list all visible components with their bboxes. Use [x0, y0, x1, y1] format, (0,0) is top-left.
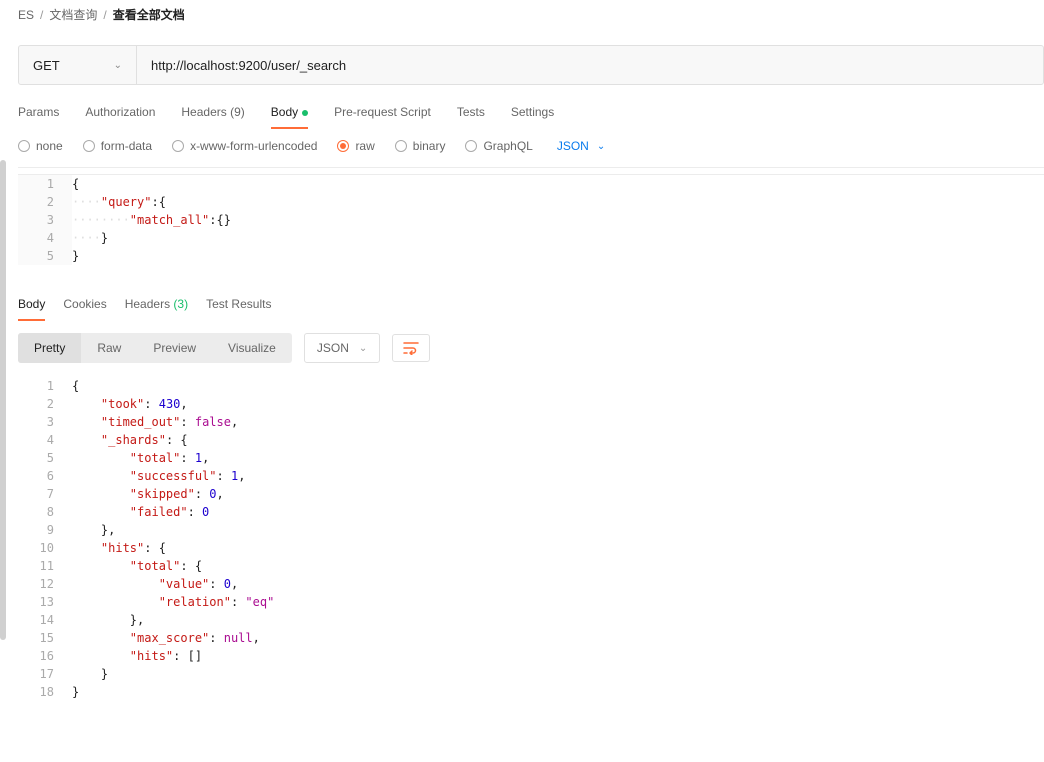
wrap-lines-button[interactable] — [392, 334, 430, 362]
radio-icon — [83, 140, 95, 152]
resp-tab-headers-label: Headers — [125, 297, 170, 311]
response-body-editor[interactable]: 123456789101112131415161718 { "took": 43… — [18, 377, 1044, 701]
tab-headers-label: Headers — [181, 105, 226, 119]
scrollbar[interactable] — [0, 160, 6, 640]
radio-label: form-data — [101, 139, 152, 153]
view-raw[interactable]: Raw — [81, 333, 137, 363]
request-body-editor[interactable]: 12345 {····"query":{········"match_all":… — [18, 174, 1044, 265]
tab-body[interactable]: Body — [271, 105, 308, 129]
breadcrumb: ES / 文档查询 / 查看全部文档 — [18, 6, 1044, 23]
line-gutter: 12345 — [18, 175, 72, 265]
body-language-select[interactable]: JSON ⌄ — [557, 139, 605, 153]
radio-formdata[interactable]: form-data — [83, 139, 152, 153]
chevron-down-icon: ⌄ — [597, 141, 605, 152]
response-tabs: Body Cookies Headers (3) Test Results — [18, 297, 1044, 321]
view-mode-group: Pretty Raw Preview Visualize — [18, 333, 292, 363]
radio-icon — [395, 140, 407, 152]
wrap-icon — [403, 341, 419, 355]
breadcrumb-item[interactable]: ES — [18, 8, 34, 22]
modified-dot-icon — [302, 110, 308, 116]
chevron-down-icon: ⌄ — [114, 60, 122, 71]
radio-label: GraphQL — [483, 139, 532, 153]
body-language-value: JSON — [557, 139, 589, 153]
radio-icon — [172, 140, 184, 152]
radio-none[interactable]: none — [18, 139, 63, 153]
tab-body-label: Body — [271, 105, 298, 119]
resp-tab-cookies[interactable]: Cookies — [63, 297, 106, 321]
response-format-select[interactable]: JSON ⌄ — [304, 333, 380, 363]
chevron-down-icon: ⌄ — [359, 343, 367, 354]
radio-icon — [337, 140, 349, 152]
tab-prerequest[interactable]: Pre-request Script — [334, 105, 431, 129]
url-input[interactable]: http://localhost:9200/user/_search — [137, 46, 1043, 84]
response-view-row: Pretty Raw Preview Visualize JSON ⌄ — [18, 333, 1044, 363]
radio-raw[interactable]: raw — [337, 139, 374, 153]
view-visualize[interactable]: Visualize — [212, 333, 292, 363]
radio-graphql[interactable]: GraphQL — [465, 139, 532, 153]
response-format-value: JSON — [317, 341, 349, 355]
tab-tests[interactable]: Tests — [457, 105, 485, 129]
radio-label: raw — [355, 139, 374, 153]
resp-tab-tests[interactable]: Test Results — [206, 297, 271, 321]
request-url-bar: GET ⌄ http://localhost:9200/user/_search — [18, 45, 1044, 85]
radio-icon — [18, 140, 30, 152]
method-value: GET — [33, 58, 60, 73]
tab-settings[interactable]: Settings — [511, 105, 554, 129]
tab-headers[interactable]: Headers (9) — [181, 105, 244, 129]
breadcrumb-current: 查看全部文档 — [113, 6, 185, 23]
resp-tab-headers-count: (3) — [173, 297, 188, 311]
radio-xwww[interactable]: x-www-form-urlencoded — [172, 139, 317, 153]
view-preview[interactable]: Preview — [137, 333, 212, 363]
view-pretty[interactable]: Pretty — [18, 333, 81, 363]
breadcrumb-sep: / — [40, 8, 43, 22]
line-gutter: 123456789101112131415161718 — [18, 377, 72, 701]
breadcrumb-sep: / — [103, 8, 106, 22]
resp-tab-body[interactable]: Body — [18, 297, 45, 321]
radio-icon — [465, 140, 477, 152]
tab-authorization[interactable]: Authorization — [85, 105, 155, 129]
radio-binary[interactable]: binary — [395, 139, 446, 153]
code-area[interactable]: { "took": 430, "timed_out": false, "_sha… — [72, 377, 1044, 701]
method-select[interactable]: GET ⌄ — [19, 46, 137, 84]
body-type-row: none form-data x-www-form-urlencoded raw… — [18, 139, 1044, 168]
breadcrumb-item[interactable]: 文档查询 — [49, 6, 97, 23]
code-area[interactable]: {····"query":{········"match_all":{}····… — [72, 175, 1044, 265]
tab-params[interactable]: Params — [18, 105, 59, 129]
request-tabs: Params Authorization Headers (9) Body Pr… — [18, 105, 1044, 129]
resp-tab-headers[interactable]: Headers (3) — [125, 297, 188, 321]
radio-label: binary — [413, 139, 446, 153]
radio-label: x-www-form-urlencoded — [190, 139, 317, 153]
tab-headers-count: (9) — [230, 105, 245, 119]
radio-label: none — [36, 139, 63, 153]
